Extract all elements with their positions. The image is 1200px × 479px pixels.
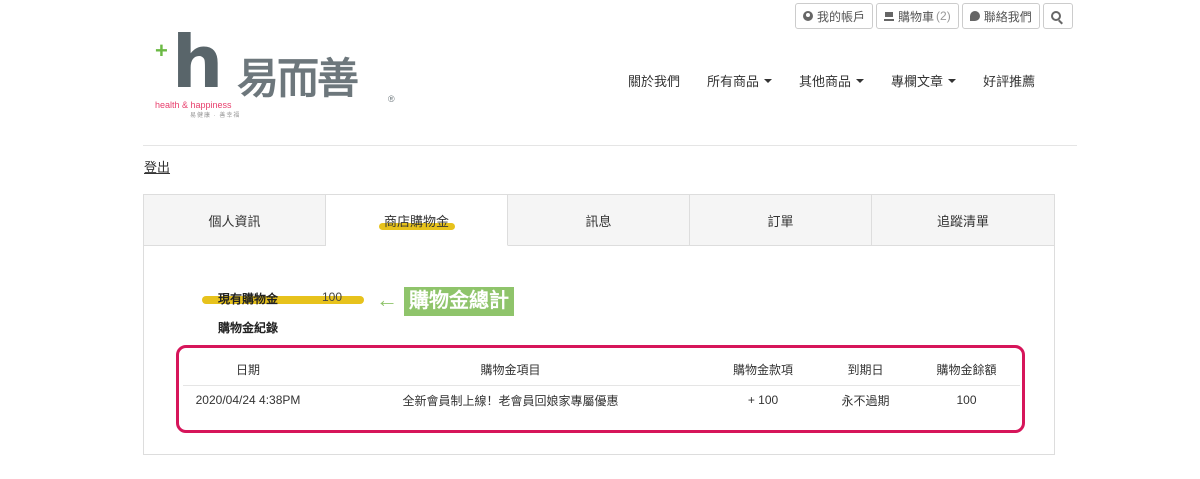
logo-name: 易而善 <box>237 55 359 102</box>
cart-button[interactable]: 購物車 (2) <box>876 3 959 29</box>
main-nav: 關於我們 所有商品 其他商品 專欄文章 好評推薦 <box>628 71 1062 90</box>
arrow-left-icon: ← <box>376 287 398 312</box>
credit-history-label: 購物金紀錄 <box>218 321 279 335</box>
caret-down-icon <box>948 78 957 83</box>
tab-label: 追蹤清單 <box>936 213 989 229</box>
tab-messages[interactable]: 訊息 <box>508 195 690 246</box>
cell-amount: + 100 <box>747 393 779 408</box>
search-icon <box>1050 11 1061 21</box>
tab-label: 訊息 <box>585 213 612 229</box>
nav-label: 專欄文章 <box>891 74 944 89</box>
account-label: 我的帳戶 <box>817 9 866 24</box>
logout-link[interactable]: 登出 <box>144 157 170 176</box>
top-utility-bar: 我的帳戶 購物車 (2) 聯絡我們 <box>795 3 1073 29</box>
table-row: 2020/04/24 4:38PM 全新會員制上線！老會員回娘家專屬優惠 + 1… <box>183 385 1020 415</box>
nav-item-reviews[interactable]: 好評推薦 <box>983 71 1035 90</box>
current-credit-value: 100 <box>322 290 343 304</box>
logo-mark: h <box>172 20 224 104</box>
caret-down-icon <box>764 78 773 83</box>
account-panel: 個人資訊 商店購物金 訊息 訂單 追蹤清單 現有購物金 100 ← 購物金總計 … <box>143 194 1055 455</box>
logo-plus: + <box>155 38 168 63</box>
caret-down-icon <box>856 78 865 83</box>
col-expiry: 到期日 <box>818 355 913 386</box>
nav-label: 其他商品 <box>799 74 852 89</box>
logo-registered: ® <box>388 94 395 104</box>
cart-icon <box>884 11 895 21</box>
nav-label: 關於我們 <box>628 74 681 89</box>
credit-total-callout: 購物金總計 <box>404 287 514 316</box>
tab-label: 訂單 <box>767 213 794 229</box>
tab-store-credit[interactable]: 商店購物金 <box>326 195 508 246</box>
tab-watchlist[interactable]: 追蹤清單 <box>872 195 1054 246</box>
current-credit-label: 現有購物金 <box>218 292 279 306</box>
nav-label: 好評推薦 <box>983 74 1036 89</box>
tab-label: 商店購物金 <box>383 213 449 229</box>
tab-profile[interactable]: 個人資訊 <box>144 195 326 246</box>
search-button[interactable] <box>1042 3 1073 29</box>
cell-item: 全新會員制上線！老會員回娘家專屬優惠 <box>402 393 619 408</box>
header-divider <box>143 145 1077 146</box>
logo-tagline-cn: 易健康 · 善幸福 <box>190 113 241 119</box>
tab-orders[interactable]: 訂單 <box>690 195 872 246</box>
contact-label: 聯絡我們 <box>983 9 1032 24</box>
nav-item-other-products[interactable]: 其他商品 <box>799 71 865 90</box>
col-amount: 購物金款項 <box>708 355 818 386</box>
account-button[interactable]: 我的帳戶 <box>795 3 874 29</box>
cell-expiry: 永不過期 <box>841 393 890 408</box>
credit-history-table: 日期 購物金項目 購物金款項 到期日 購物金餘額 2020/04/24 4:38… <box>183 355 1020 415</box>
col-item: 購物金項目 <box>313 355 708 386</box>
logo-tagline: health & happiness <box>155 100 232 110</box>
nav-item-articles[interactable]: 專欄文章 <box>891 71 957 90</box>
cart-count: (2) <box>936 9 951 23</box>
site-logo[interactable]: + h 易而善 ® health & happiness 易健康 · 善幸福 <box>152 26 402 120</box>
nav-item-about[interactable]: 關於我們 <box>628 71 680 90</box>
contact-button[interactable]: 聯絡我們 <box>961 3 1040 29</box>
nav-label: 所有商品 <box>707 74 760 89</box>
nav-item-all-products[interactable]: 所有商品 <box>707 71 773 90</box>
table-header-row: 日期 購物金項目 購物金款項 到期日 購物金餘額 <box>183 355 1020 386</box>
cell-balance: 100 <box>956 393 977 408</box>
col-balance: 購物金餘額 <box>913 355 1020 386</box>
tab-label: 個人資訊 <box>208 213 261 229</box>
account-tabs: 個人資訊 商店購物金 訊息 訂單 追蹤清單 <box>144 195 1054 246</box>
user-icon <box>803 11 813 21</box>
cell-date: 2020/04/24 4:38PM <box>195 393 301 408</box>
cart-label: 購物車 <box>898 9 935 24</box>
col-date: 日期 <box>183 355 313 386</box>
chat-icon <box>969 11 980 21</box>
